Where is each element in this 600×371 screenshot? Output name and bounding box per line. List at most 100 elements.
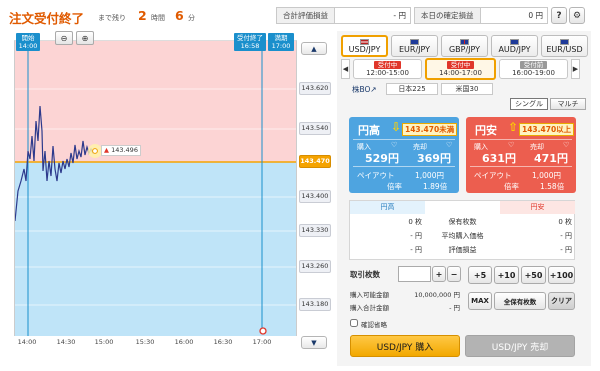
confirm-skip-label: 確認省略 [361, 321, 387, 329]
card-divider [353, 166, 455, 167]
x-tick: 15:30 [135, 338, 155, 346]
scroll-down-button[interactable]: ▼ [301, 336, 327, 349]
quick-add-10-button[interactable]: +10 [494, 266, 519, 284]
zoom-in-button[interactable]: ⊕ [76, 31, 94, 45]
holdings-high-qty: 0 枚 [408, 218, 422, 226]
holdings-table: 円高 円安 0 枚 保有枚数 0 枚 - 円 平均購入価格 - 円 - 円 評価… [349, 200, 575, 260]
available-value: 10,000,000 円 [414, 291, 460, 299]
mode-multi[interactable]: マルチ [550, 98, 586, 110]
holdings-high-pl: - 円 [410, 246, 422, 254]
chevron-right-icon: ▶ [572, 65, 579, 73]
tab-eurusd[interactable]: EUR/USD [541, 35, 588, 57]
low-card-title: 円安 [475, 124, 497, 137]
x-tick: 15:00 [94, 338, 114, 346]
holdings-qty-label: 保有枚数 [448, 218, 477, 226]
settled-box: 本日の確定損益 0 円 [414, 7, 548, 24]
expiry-marker [259, 327, 267, 335]
stock-bo-link[interactable]: 株BO↗ [352, 84, 377, 95]
buy-button[interactable]: USD/JPY 購入 [350, 335, 460, 357]
gear-icon: ⚙ [572, 10, 582, 21]
session-1600-1900[interactable]: 受付前 16:00-19:00 [499, 59, 568, 79]
y-tick: 143.330 [299, 224, 331, 237]
total-eval-value: - 円 [393, 11, 406, 20]
tab-label: USD/JPY [348, 44, 381, 54]
holdings-low-header: 円安 [500, 201, 575, 214]
current-price-value: 143.496 [111, 146, 138, 154]
clear-button[interactable]: クリア [548, 292, 575, 310]
y-tick: 143.620 [299, 82, 331, 95]
high-card-title: 円高 [358, 124, 380, 137]
low-rate-label: 倍率 [504, 182, 519, 191]
help-button[interactable]: ? [551, 7, 567, 24]
close-tag-time: 16:58 [240, 42, 260, 50]
session-1200-1500[interactable]: 受付中 12:00-15:00 [353, 59, 422, 79]
market-us30[interactable]: 米国30 [441, 83, 493, 95]
holdings-low-pl: - 円 [560, 246, 572, 254]
chart-svg [15, 41, 296, 336]
sell-button[interactable]: USD/JPY 売却 [465, 335, 575, 357]
x-tick: 16:00 [174, 338, 194, 346]
holdings-avg-label: 平均購入価格 [441, 232, 484, 240]
tab-label: AUD/JPY [498, 44, 531, 54]
tab-gbpjpy[interactable]: GBP/JPY [441, 35, 488, 57]
eu-flag-icon [410, 38, 419, 45]
session-prev-button[interactable]: ◀ [341, 59, 350, 79]
max-button[interactable]: MAX [468, 292, 492, 310]
up-arrow-icon: ⇧ [508, 120, 519, 134]
total-eval-box: 合計評価損益 - 円 [276, 7, 411, 24]
y-tick-current: 143.470 [299, 155, 331, 168]
tab-usdjpy[interactable]: USD/JPY [341, 35, 388, 57]
settled-value: 0 円 [528, 11, 543, 20]
close-tag-title: 受付終了 [237, 34, 263, 42]
low-sell-price: 471円 [534, 152, 568, 165]
high-card-target: 143.470未満 [402, 123, 458, 136]
high-payout-label: ペイアウト [357, 171, 395, 180]
holdings-low-avg: - 円 [560, 232, 572, 240]
quick-add-50-button[interactable]: +50 [521, 266, 546, 284]
settings-button[interactable]: ⚙ [569, 7, 585, 24]
open-tag-time: 14:00 [18, 42, 38, 50]
session-next-button[interactable]: ▶ [571, 59, 580, 79]
open-tag-title: 開始 [21, 34, 35, 42]
lower-zone [15, 162, 296, 336]
quick-add-100-button[interactable]: +100 [548, 266, 575, 284]
qty-minus-button[interactable]: − [447, 266, 461, 282]
price-chart[interactable] [14, 40, 297, 336]
session-status: 受付中 [446, 61, 475, 69]
session-time: 16:00-19:00 [512, 69, 555, 77]
session-time: 14:00-17:00 [439, 69, 482, 77]
x-tick: 17:00 [252, 338, 272, 346]
session-1400-1700[interactable]: 受付中 14:00-17:00 [425, 58, 496, 80]
zoom-out-button[interactable]: ⊖ [55, 31, 73, 45]
holdings-low-qty: 0 枚 [558, 218, 572, 226]
confirm-skip-checkbox[interactable] [350, 319, 358, 327]
heart-icon: ♡ [391, 141, 398, 149]
low-card[interactable]: 円安 ⇧ 143.470以上 購入 ♡ 売却 ♡ 631円 471円 ペイアウト… [466, 117, 576, 193]
qty-input[interactable] [398, 266, 431, 282]
quick-add-5-button[interactable]: +5 [468, 266, 492, 284]
qty-plus-button[interactable]: + [432, 266, 446, 282]
y-tick: 143.540 [299, 122, 331, 135]
tab-audjpy[interactable]: AUD/JPY [491, 35, 538, 57]
heart-icon: ♡ [563, 141, 570, 149]
high-rate-value: 1.89倍 [423, 182, 448, 191]
heart-icon: ♡ [508, 141, 515, 149]
scroll-up-button[interactable]: ▲ [301, 42, 327, 55]
mode-single[interactable]: シングル [510, 98, 548, 110]
us-flag-icon [360, 38, 369, 45]
all-holdings-button[interactable]: 全保有枚数 [494, 292, 546, 310]
remaining-prefix: まで残り [98, 14, 126, 22]
market-nikkei225[interactable]: 日本225 [386, 83, 438, 95]
session-time: 12:00-15:00 [366, 69, 409, 77]
holdings-pl-label: 評価損益 [448, 246, 477, 254]
chevron-left-icon: ◀ [342, 65, 349, 73]
settled-label: 本日の確定損益 [415, 8, 481, 23]
expiry-tag-title: 満期 [274, 34, 288, 42]
holdings-header-spacer [425, 201, 500, 214]
down-arrow-icon: ⇩ [391, 120, 402, 134]
expiry-tag-time: 17:00 [271, 42, 291, 50]
card-divider [353, 139, 455, 140]
high-card[interactable]: 円高 ⇩ 143.470未満 購入 ♡ 売却 ♡ 529円 369円 ペイアウト… [349, 117, 459, 193]
expiry-tag: 満期 17:00 [268, 33, 294, 51]
tab-eurjpy[interactable]: EUR/JPY [391, 35, 438, 57]
